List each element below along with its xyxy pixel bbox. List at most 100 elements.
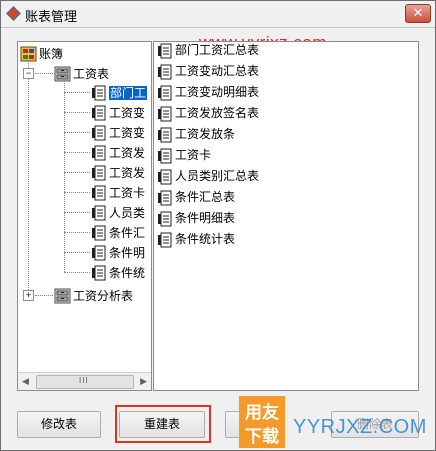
tree-line: [64, 80, 65, 272]
report-icon: [92, 85, 106, 101]
tree-line: [28, 60, 29, 296]
account-manager-window: 账表管理 ✕ www.yyrjxz.com 账簿 − 工资表: [0, 0, 436, 451]
app-icon: [6, 6, 21, 21]
report-icon: [92, 245, 106, 261]
report-icon: [92, 145, 106, 161]
report-icon: [158, 127, 172, 143]
title-bar: 账表管理 ✕: [1, 1, 435, 28]
tree-item[interactable]: 部门工: [90, 83, 148, 101]
list-item[interactable]: 工资变动明细表: [156, 82, 259, 103]
brand-logo: 用友 下载: [239, 396, 285, 448]
tree-item-label: 工资发: [109, 165, 146, 180]
tree-folder-label: 工资分析表: [73, 288, 134, 303]
cabinet-icon: [54, 288, 71, 304]
tree-line: [64, 272, 90, 273]
list-item-label: 工资卡: [175, 148, 212, 163]
tree-line: [64, 172, 90, 173]
tree-pane[interactable]: 账簿 − 工资表 部门工 工资变 工资变 工资发 工资发 工资卡 人员类 条件汇…: [17, 41, 152, 391]
list-item-label: 人员类别汇总表: [175, 169, 260, 184]
list-item-label: 工资变动汇总表: [175, 64, 260, 79]
tree-line: [35, 295, 53, 296]
expand-toggle[interactable]: +: [23, 290, 34, 301]
tree-line: [64, 92, 90, 93]
tree-folder-label: 工资表: [73, 66, 110, 81]
report-icon: [158, 106, 172, 122]
tree-line: [64, 252, 90, 253]
list-item-label: 条件明细表: [175, 211, 236, 226]
list-item[interactable]: 工资发放条: [156, 124, 235, 145]
list-item[interactable]: 条件汇总表: [156, 187, 235, 208]
scroll-left-icon[interactable]: ◀: [22, 376, 29, 387]
cabinet-icon: [54, 66, 71, 82]
report-icon: [92, 125, 106, 141]
logo-bottom-text: 下载: [245, 427, 279, 446]
horizontal-scrollbar[interactable]: ◀ III ▶: [18, 372, 151, 390]
collapse-toggle[interactable]: −: [23, 68, 34, 79]
tree-line: [64, 192, 90, 193]
tree-item-label: 工资变: [109, 125, 146, 140]
list-item[interactable]: 条件明细表: [156, 208, 235, 229]
report-icon: [92, 185, 106, 201]
tree-item[interactable]: 工资发: [90, 163, 145, 181]
report-list-pane[interactable]: 部门工资汇总表 工资变动汇总表 工资变动明细表 工资发放签名表 工资发放条 工资…: [153, 41, 419, 391]
list-item[interactable]: 工资卡: [156, 145, 211, 166]
window-title: 账表管理: [25, 9, 78, 24]
report-icon: [92, 205, 106, 221]
tree-item[interactable]: 工资发: [90, 143, 145, 161]
tree-folder-salary[interactable]: 工资表: [54, 64, 109, 82]
list-item-label: 工资变动明细表: [175, 85, 260, 100]
list-item-label: 条件汇总表: [175, 190, 236, 205]
tree-item-label: 条件明: [109, 245, 146, 260]
tree-item-label: 工资卡: [109, 185, 146, 200]
tree-item-label: 工资发: [109, 145, 146, 160]
report-icon: [92, 165, 106, 181]
report-icon: [158, 211, 172, 227]
report-icon: [158, 85, 172, 101]
logo-top-text: 用友: [245, 403, 279, 422]
tree-item-label: 部门工: [109, 85, 148, 100]
tree-item-label: 条件统: [109, 265, 146, 280]
rebuild-highlight-box: [115, 405, 211, 443]
tree-item[interactable]: 条件统: [90, 263, 145, 281]
tree-line: [64, 132, 90, 133]
report-icon: [92, 225, 106, 241]
tree-item[interactable]: 人员类: [90, 203, 145, 221]
tree-item[interactable]: 条件明: [90, 243, 145, 261]
tree-line: [64, 212, 90, 213]
report-icon: [158, 64, 172, 80]
list-item[interactable]: 条件统计表: [156, 229, 235, 250]
report-icon: [158, 190, 172, 206]
tree-item[interactable]: 工资变: [90, 123, 145, 141]
list-item-label: 工资发放条: [175, 127, 236, 142]
tree-folder-analysis[interactable]: 工资分析表: [54, 286, 133, 304]
close-button[interactable]: ✕: [405, 4, 431, 23]
tree-item[interactable]: 工资变: [90, 103, 145, 121]
tree-item[interactable]: 条件汇: [90, 223, 145, 241]
tree-line: [35, 73, 53, 74]
report-icon: [158, 232, 172, 248]
report-icon: [158, 169, 172, 185]
list-item-label: 工资发放签名表: [175, 106, 260, 121]
list-item[interactable]: 人员类别汇总表: [156, 166, 259, 187]
tree-line: [64, 232, 90, 233]
list-item-label: 部门工资汇总表: [175, 43, 260, 58]
list-item[interactable]: 工资发放签名表: [156, 103, 259, 124]
tree-item[interactable]: 工资卡: [90, 183, 145, 201]
scroll-right-icon[interactable]: ▶: [140, 376, 147, 387]
tree-item-label: 人员类: [109, 205, 146, 220]
modify-report-button[interactable]: 修改表: [17, 411, 101, 438]
grip-icon: III: [79, 376, 89, 385]
tree-item-label: 条件汇: [109, 225, 146, 240]
list-item[interactable]: 工资变动汇总表: [156, 61, 259, 82]
tree-line: [64, 152, 90, 153]
tree-root-label: 账簿: [39, 46, 64, 61]
tree-line: [64, 112, 90, 113]
tree-item-label: 工资变: [109, 105, 146, 120]
report-icon: [158, 148, 172, 164]
scroll-thumb[interactable]: III: [36, 375, 134, 389]
list-item-label: 条件统计表: [175, 232, 236, 247]
tree-root[interactable]: 账簿: [20, 44, 63, 62]
watermark-bottom: YYRJXZ.COM: [293, 416, 427, 438]
report-icon: [92, 265, 106, 281]
list-item[interactable]: 部门工资汇总表: [156, 42, 260, 61]
